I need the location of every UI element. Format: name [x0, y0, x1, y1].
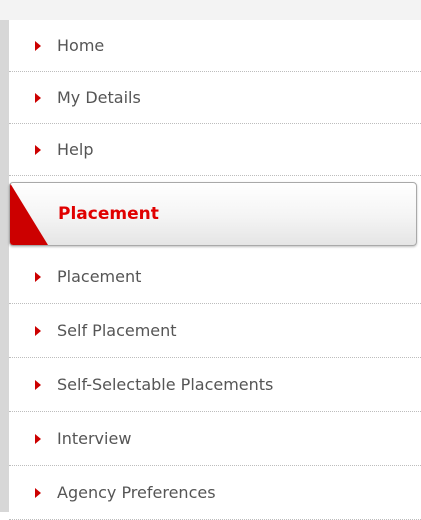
right-arrow-icon	[35, 272, 41, 282]
right-arrow-icon	[35, 380, 41, 390]
right-arrow-icon	[35, 93, 41, 103]
right-arrow-icon	[35, 488, 41, 498]
menu-item-label: Placement	[57, 267, 142, 286]
red-corner-triangle-icon	[10, 183, 48, 245]
placement-submenu: Placement Self Placement Self-Selectable…	[9, 250, 421, 520]
menu-item-home[interactable]: Home	[9, 20, 421, 72]
right-arrow-icon	[35, 145, 41, 155]
menu-item-label: Interview	[57, 429, 132, 448]
section-title: Placement	[58, 204, 159, 224]
menu-item-label: Self Placement	[57, 321, 177, 340]
sidebar-menu: Home My Details Help Placement Placement…	[9, 20, 421, 520]
right-arrow-icon	[35, 434, 41, 444]
menu-item-label: Home	[57, 36, 105, 55]
left-border-bar	[0, 20, 9, 512]
menu-item-label: Agency Preferences	[57, 483, 216, 502]
menu-item-label: Help	[57, 140, 94, 159]
menu-item-interview[interactable]: Interview	[9, 412, 421, 466]
right-arrow-icon	[35, 41, 41, 51]
top-strip	[0, 0, 421, 20]
menu-item-placement[interactable]: Placement	[9, 250, 421, 304]
section-header-placement[interactable]: Placement	[9, 182, 417, 246]
menu-item-label: My Details	[57, 88, 141, 107]
menu-item-self-selectable-placements[interactable]: Self-Selectable Placements	[9, 358, 421, 412]
right-arrow-icon	[35, 326, 41, 336]
menu-item-label: Self-Selectable Placements	[57, 375, 274, 394]
menu-item-self-placement[interactable]: Self Placement	[9, 304, 421, 358]
menu-item-my-details[interactable]: My Details	[9, 72, 421, 124]
menu-item-help[interactable]: Help	[9, 124, 421, 176]
